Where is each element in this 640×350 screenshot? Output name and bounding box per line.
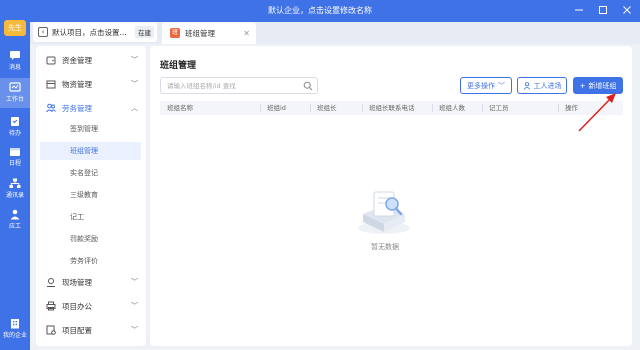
tab-team-management[interactable]: 班 班组管理 ✕ <box>162 22 256 44</box>
sidebar: 资金管理 ﹀ 物资管理 ﹀ 劳务管理 ︿ 签到管理 班组管理 实名登记 三级教育… <box>36 46 146 346</box>
team-tab-icon: 班 <box>170 28 180 38</box>
chevron-down-icon: ﹀ <box>131 56 138 64</box>
tab-close-icon[interactable]: ✕ <box>243 29 250 38</box>
sidebar-item-labor-evaluation[interactable]: 劳务评价 <box>40 252 141 270</box>
contacts-icon <box>9 178 21 188</box>
worker-entry-label: 工人进场 <box>533 81 562 90</box>
column-header: 班组长联系电话 <box>362 101 432 115</box>
sidebar-item-education[interactable]: 三级教育 <box>40 186 141 204</box>
plus-icon: + <box>579 81 586 90</box>
sidebar-item-fines-rewards[interactable]: 罚款奖励 <box>40 230 141 248</box>
maximize-icon[interactable] <box>596 3 610 17</box>
company-icon <box>11 319 19 329</box>
chevron-down-icon: ﹀ <box>131 326 138 334</box>
search-box[interactable] <box>160 77 318 94</box>
calendar-icon <box>10 148 20 156</box>
search-icon[interactable] <box>303 81 313 91</box>
rail-item-label: 日程 <box>8 160 21 167</box>
column-header: 班组id <box>260 101 310 115</box>
sidebar-item-team-management[interactable]: 班组管理 <box>40 142 141 160</box>
worker-entry-button[interactable]: 工人进场 <box>517 77 567 94</box>
wallet-icon <box>46 56 56 65</box>
minimize-icon[interactable] <box>572 3 586 17</box>
rail-item-company[interactable]: 我的企业 <box>0 314 30 344</box>
sidebar-group-label: 物资管理 <box>62 79 92 89</box>
sidebar-group-labor[interactable]: 劳务管理 ︿ <box>36 98 146 118</box>
site-icon <box>47 278 55 287</box>
title-bar: 默认企业，点击设置修改名称 <box>0 0 640 22</box>
back-icon[interactable]: ‹ <box>38 27 48 37</box>
todo-icon <box>11 117 19 126</box>
printer-icon <box>46 301 56 311</box>
column-header: 班组人数 <box>432 101 482 115</box>
rail-item-label: 通讯录 <box>5 192 24 199</box>
project-name: 默认项目，点击设置... <box>52 27 127 37</box>
sidebar-group-materials[interactable]: 物资管理 ﹀ <box>36 74 146 94</box>
chevron-down-icon: ﹀ <box>131 80 138 88</box>
chevron-down-icon: ﹀ <box>131 302 138 310</box>
chevron-up-icon: ︿ <box>131 104 138 112</box>
rail-item-label: 应工 <box>8 223 21 230</box>
sidebar-group-office[interactable]: 项目办公 ﹀ <box>36 296 146 316</box>
rail-item-label: 我的企业 <box>2 332 27 339</box>
empty-state-text: 暂无数据 <box>371 243 399 251</box>
tab-project[interactable]: ‹ 默认项目，点击设置... 在建 <box>33 22 157 42</box>
sidebar-group-funds[interactable]: 资金管理 ﹀ <box>36 50 146 70</box>
sidebar-group-label: 项目配置 <box>62 325 92 335</box>
window-title: 默认企业，点击设置修改名称 <box>268 6 372 15</box>
rail-item-label: 消息 <box>8 64 21 71</box>
empty-state-icon <box>358 191 410 234</box>
box-icon <box>46 80 56 89</box>
rail-item-worker[interactable]: 应工 <box>0 205 30 235</box>
column-header: 记工员 <box>482 101 558 115</box>
status-badge: 在建 <box>135 26 154 38</box>
workbench-icon <box>9 82 21 92</box>
sidebar-group-label: 劳务管理 <box>62 103 92 113</box>
rail-item-messages[interactable]: 消息 <box>0 46 30 76</box>
app-rail: 先生 消息 工作台 待办 日程 通讯录 应工 我的企业 <box>0 0 30 350</box>
config-icon <box>46 325 56 335</box>
add-team-label: 新增班组 <box>588 81 617 90</box>
tab-bar: ‹ 默认项目，点击设置... 在建 班 班组管理 ✕ <box>30 22 640 44</box>
sidebar-group-site[interactable]: 现场管理 ﹀ <box>36 272 146 292</box>
chevron-down-icon: ﹀ <box>498 81 505 90</box>
more-actions-button[interactable]: 更多操作 ﹀ <box>460 77 512 94</box>
column-header: 操作 <box>558 101 623 115</box>
column-header: 班组名称 <box>167 104 193 112</box>
sidebar-group-label: 资金管理 <box>62 55 92 65</box>
sidebar-item-work-record[interactable]: 记工 <box>40 208 141 226</box>
sidebar-item-real-name[interactable]: 实名登记 <box>40 164 141 182</box>
rail-item-label: 待办 <box>8 130 21 137</box>
page-title: 班组管理 <box>160 61 197 71</box>
app-logo: 先生 <box>4 20 26 36</box>
chevron-down-icon: ﹀ <box>131 278 138 286</box>
message-icon <box>10 51 20 60</box>
rail-item-todo[interactable]: 待办 <box>0 112 30 142</box>
search-input[interactable] <box>167 81 297 90</box>
sidebar-group-config[interactable]: 项目配置 ﹀ <box>36 320 146 340</box>
worker-icon <box>10 209 20 220</box>
sidebar-group-label: 现场管理 <box>62 277 92 287</box>
user-icon <box>523 81 530 90</box>
table-header: 班组名称 班组id 班组长 班组长联系电话 班组人数 记工员 操作 <box>160 101 623 115</box>
rail-item-workbench[interactable]: 工作台 <box>0 78 30 108</box>
add-team-button[interactable]: + 新增班组 <box>573 77 623 94</box>
main-panel: 班组管理 更多操作 ﹀ 工人进场 + 新增班组 班组名称 班组id 班组长 班组… <box>150 46 632 346</box>
more-actions-label: 更多操作 <box>467 81 495 90</box>
sidebar-item-check-in[interactable]: 签到管理 <box>40 120 141 138</box>
people-icon <box>46 103 56 113</box>
tab-label: 班组管理 <box>185 28 215 38</box>
rail-item-label: 工作台 <box>5 96 24 103</box>
column-header: 班组长 <box>310 101 362 115</box>
sidebar-group-label: 项目办公 <box>62 301 92 311</box>
rail-item-contacts[interactable]: 通讯录 <box>0 174 30 204</box>
rail-item-calendar[interactable]: 日程 <box>0 142 30 172</box>
close-icon[interactable] <box>620 3 634 17</box>
